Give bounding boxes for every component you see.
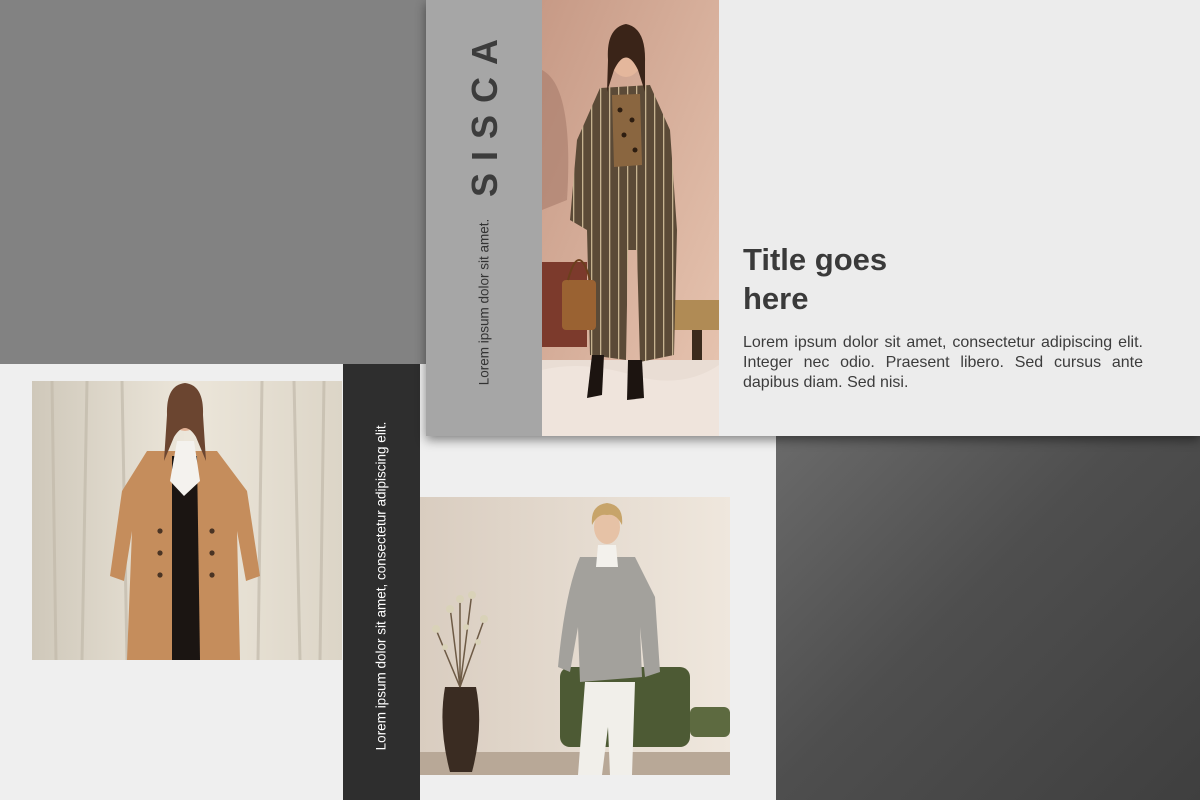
slide-canvas: SISCA Lorem ipsum dolor sit amet. Title … — [0, 0, 1200, 800]
brand-strip: SISCA Lorem ipsum dolor sit amet. — [426, 0, 542, 436]
brand-tagline: Lorem ipsum dolor sit amet. — [476, 218, 492, 386]
slide-body-text: Lorem ipsum dolor sit amet, consectetur … — [743, 334, 1143, 391]
photo-camel-coat — [32, 381, 342, 660]
dark-background-block — [776, 436, 1200, 800]
photo-striped-coat — [542, 0, 719, 436]
dark-text-strip: Lorem ipsum dolor sit amet, consectetur … — [343, 364, 420, 800]
brand-name: SISCA — [464, 26, 505, 198]
gray-background-block — [0, 0, 426, 364]
feature-card: SISCA Lorem ipsum dolor sit amet. Title … — [426, 0, 1200, 436]
slide-title: Title goes here — [743, 242, 888, 316]
photo-gray-jacket — [420, 497, 730, 775]
dark-strip-text: Lorem ipsum dolor sit amet, consectetur … — [373, 421, 389, 751]
